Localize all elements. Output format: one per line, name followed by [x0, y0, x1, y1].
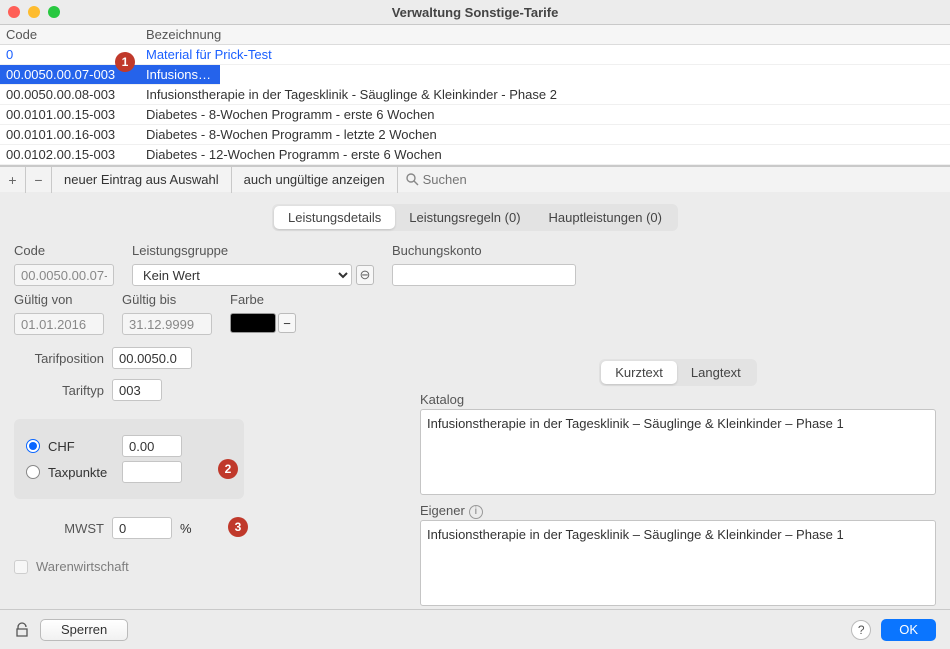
cell-desc: Infusionstherapie in der Tagesklinik - S…	[140, 65, 220, 84]
cell-code: 00.0101.00.15-003	[0, 105, 140, 124]
label-tariftyp: Tariftyp	[14, 383, 104, 398]
radio-taxpunkte[interactable]	[26, 465, 40, 479]
label-valid-from: Gültig von	[14, 292, 104, 307]
group-select[interactable]: Kein Wert	[132, 264, 352, 286]
tariftyp-field[interactable]	[112, 379, 162, 401]
search-field[interactable]	[398, 167, 950, 193]
annotation-3: 3	[228, 517, 248, 537]
lock-icon[interactable]	[14, 622, 30, 638]
taxpunkte-field[interactable]	[122, 461, 182, 483]
valid-from-field	[14, 313, 104, 335]
label-chf: CHF	[48, 439, 114, 454]
cell-code: 00.0102.00.15-003	[0, 145, 140, 164]
cell-code: 00.0050.00.08-003	[0, 85, 140, 104]
label-taxpunkte: Taxpunkte	[48, 465, 114, 480]
cell-desc: Infusionstherapie in der Tagesklinik - S…	[140, 85, 950, 104]
col-desc[interactable]: Bezeichnung	[140, 25, 950, 44]
search-icon	[406, 173, 419, 186]
window-minimize[interactable]	[28, 6, 40, 18]
valid-to-field	[122, 313, 212, 335]
group-clear[interactable]: ⊖	[356, 265, 374, 285]
table-row[interactable]: 00.0102.00.15-003Diabetes - 12-Wochen Pr…	[0, 145, 950, 165]
help-button[interactable]: ?	[851, 620, 871, 640]
tarifpos-field[interactable]	[112, 347, 192, 369]
table-row[interactable]: 00.0101.00.16-003Diabetes - 8-Wochen Pro…	[0, 125, 950, 145]
radio-chf[interactable]	[26, 439, 40, 453]
col-code[interactable]: Code	[0, 25, 140, 44]
code-field	[14, 264, 114, 286]
titlebar: Verwaltung Sonstige-Tarife	[0, 0, 950, 24]
cell-desc: Diabetes - 8-Wochen Programm - erste 6 W…	[140, 105, 950, 124]
tab-main[interactable]: Hauptleistungen (0)	[535, 206, 676, 229]
mwst-field[interactable]	[112, 517, 172, 539]
tab-details[interactable]: Leistungsdetails	[274, 206, 395, 229]
label-account: Buchungskonto	[392, 243, 576, 258]
add-button[interactable]: +	[0, 167, 26, 193]
label-wawi: Warenwirtschaft	[36, 559, 129, 574]
ok-button[interactable]: OK	[881, 619, 936, 641]
annotation-1: 1	[115, 52, 135, 72]
label-code: Code	[14, 243, 114, 258]
tariff-table: Code Bezeichnung 0Material für Prick-Tes…	[0, 24, 950, 166]
detail-tabs: Leistungsdetails Leistungsregeln (0) Hau…	[0, 204, 950, 231]
wawi-checkbox[interactable]	[14, 560, 28, 574]
label-katalog: Katalog	[420, 392, 936, 407]
color-remove[interactable]: −	[278, 313, 296, 333]
label-valid-to: Gültig bis	[122, 292, 212, 307]
info-icon[interactable]: i	[469, 505, 483, 519]
table-row[interactable]: 0Material für Prick-Test	[0, 45, 950, 65]
label-mwst: MWST	[14, 521, 104, 536]
remove-button[interactable]: −	[26, 167, 52, 193]
tab-rules[interactable]: Leistungsregeln (0)	[395, 206, 534, 229]
label-group: Leistungsgruppe	[132, 243, 374, 258]
search-input[interactable]	[423, 172, 942, 187]
window-title: Verwaltung Sonstige-Tarife	[8, 5, 942, 20]
chf-field[interactable]	[122, 435, 182, 457]
lock-button[interactable]: Sperren	[40, 619, 128, 641]
new-from-selection[interactable]: neuer Eintrag aus Auswahl	[52, 167, 232, 193]
cell-code: 00.0101.00.16-003	[0, 125, 140, 144]
label-tarifpos: Tarifposition	[14, 351, 104, 366]
table-row[interactable]: 00.0050.00.07-003Infusionstherapie in de…	[0, 65, 220, 85]
label-eigener: Eigener	[420, 503, 465, 518]
table-toolbar: + − neuer Eintrag aus Auswahl auch ungül…	[0, 166, 950, 192]
footer: Sperren ? OK	[0, 609, 950, 649]
color-swatch[interactable]	[230, 313, 276, 333]
account-field[interactable]	[392, 264, 576, 286]
window-zoom[interactable]	[48, 6, 60, 18]
label-pct: %	[180, 521, 192, 536]
table-row[interactable]: 00.0050.00.08-003Infusionstherapie in de…	[0, 85, 950, 105]
cell-desc: Diabetes - 12-Wochen Programm - erste 6 …	[140, 145, 950, 164]
cell-desc: Material für Prick-Test	[140, 45, 950, 64]
show-invalid[interactable]: auch ungültige anzeigen	[232, 167, 398, 193]
table-row[interactable]: 00.0101.00.15-003Diabetes - 8-Wochen Pro…	[0, 105, 950, 125]
label-color: Farbe	[230, 292, 296, 307]
tab-kurztext[interactable]: Kurztext	[601, 361, 677, 384]
eigener-text[interactable]	[420, 520, 936, 606]
cell-desc: Diabetes - 8-Wochen Programm - letzte 2 …	[140, 125, 950, 144]
annotation-2: 2	[218, 459, 238, 479]
tab-langtext[interactable]: Langtext	[677, 361, 755, 384]
katalog-text[interactable]	[420, 409, 936, 495]
window-close[interactable]	[8, 6, 20, 18]
